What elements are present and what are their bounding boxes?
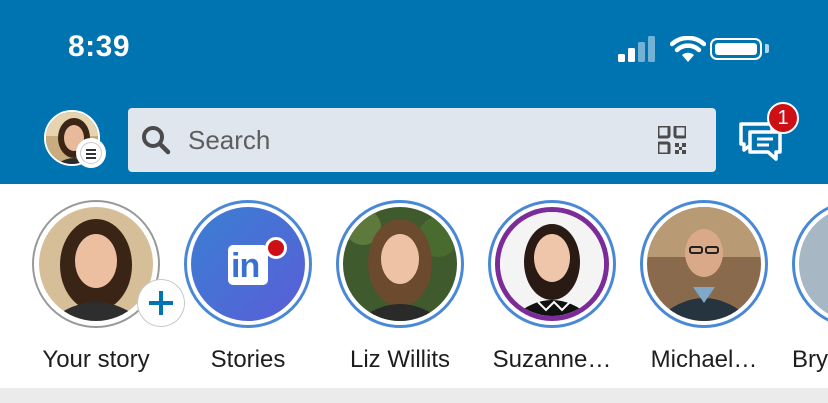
stories-logo: in bbox=[191, 207, 305, 321]
qr-code-icon[interactable] bbox=[658, 126, 686, 154]
search-icon bbox=[142, 126, 171, 155]
story-label: Stories bbox=[210, 346, 286, 373]
notification-dot bbox=[265, 237, 287, 259]
story-ring: in bbox=[184, 200, 312, 328]
stories-carousel[interactable]: Your story in Stories Liz Willits Suzann… bbox=[0, 184, 828, 388]
search-input[interactable] bbox=[188, 108, 648, 172]
search-bar[interactable] bbox=[128, 108, 716, 172]
story-bry[interactable]: Bry bbox=[786, 200, 828, 388]
story-ring bbox=[336, 200, 464, 328]
story-ring bbox=[488, 200, 616, 328]
your-story-avatar bbox=[39, 207, 153, 321]
story-ring bbox=[792, 200, 828, 328]
bry-avatar bbox=[799, 207, 828, 321]
story-label: Liz Willits bbox=[350, 346, 450, 373]
menu-icon[interactable] bbox=[76, 138, 106, 168]
michael-avatar bbox=[647, 207, 761, 321]
story-label: Your story bbox=[42, 346, 150, 373]
suzanne-avatar bbox=[495, 207, 609, 321]
story-label: Suzanne… bbox=[492, 346, 612, 373]
story-michael[interactable]: Michael… bbox=[634, 200, 774, 388]
story-label: Bry bbox=[792, 346, 828, 373]
messaging-badge: 1 bbox=[767, 102, 799, 134]
top-app-bar: 8:39 Search 1 bbox=[0, 0, 828, 184]
story-suzanne[interactable]: Suzanne… bbox=[482, 200, 622, 388]
story-ring bbox=[640, 200, 768, 328]
status-time: 8:39 bbox=[68, 30, 131, 63]
wifi-icon bbox=[670, 36, 706, 62]
story-label: Michael… bbox=[650, 346, 758, 373]
linkedin-logo-icon: in bbox=[228, 245, 268, 285]
cellular-signal-icon bbox=[618, 36, 655, 62]
liz-willits-avatar bbox=[343, 207, 457, 321]
battery-icon bbox=[710, 38, 762, 60]
plus-icon bbox=[149, 291, 173, 315]
battery-tip bbox=[765, 44, 769, 53]
story-your-story[interactable]: Your story bbox=[26, 200, 184, 388]
story-liz-willits[interactable]: Liz Willits bbox=[330, 200, 470, 388]
story-linkedin-stories[interactable]: in Stories bbox=[178, 200, 318, 388]
